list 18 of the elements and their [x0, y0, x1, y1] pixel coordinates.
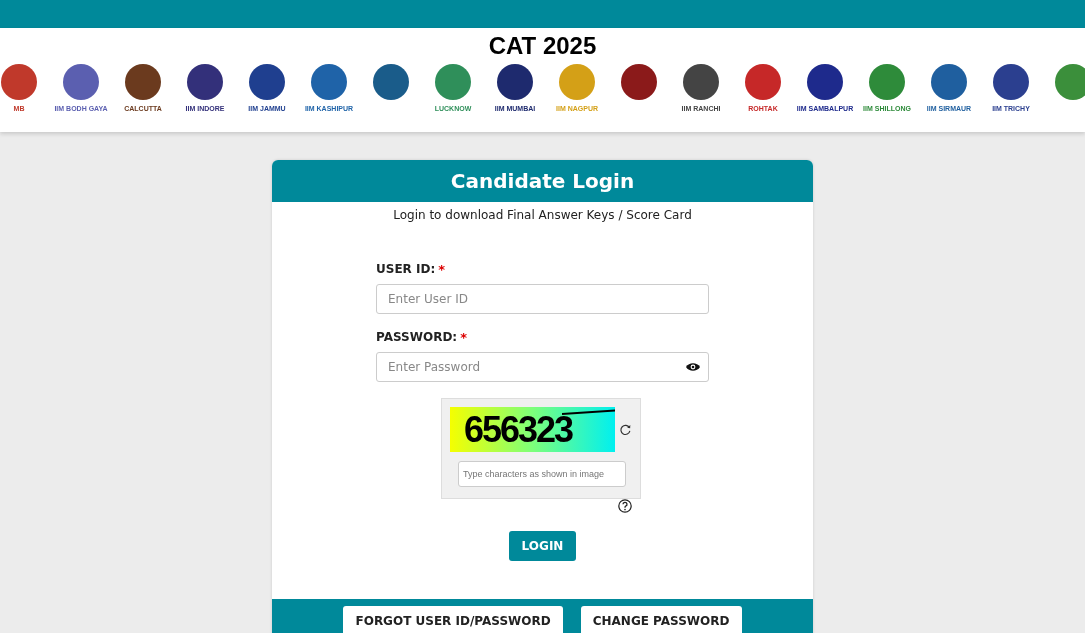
required-mark: *: [438, 262, 446, 277]
captcha-noise-line: [562, 409, 616, 415]
login-button[interactable]: LOGIN: [508, 531, 577, 561]
captcha-image: 656323: [450, 407, 616, 452]
footer-button[interactable]: FORGOT USER ID/PASSWORD: [343, 606, 563, 633]
user-id-field[interactable]: Enter User ID: [376, 284, 709, 314]
field-label: USER ID:: [376, 262, 436, 277]
captcha-field[interactable]: Type characters as shown in image: [458, 461, 626, 487]
footer-button[interactable]: CHANGE PASSWORD: [580, 606, 742, 633]
refresh-icon[interactable]: [619, 422, 632, 437]
field-label: PASSWORD:: [376, 330, 458, 345]
subtitle: Login to download Final Answer Keys / Score Card: [392, 208, 693, 222]
help-icon[interactable]: [618, 499, 632, 513]
exam-title: CAT 2025: [488, 32, 597, 60]
card-title: Candidate Login: [450, 169, 635, 193]
eye-icon[interactable]: [686, 362, 700, 372]
required-mark: *: [460, 330, 467, 345]
password-field[interactable]: Enter Password: [376, 352, 709, 382]
